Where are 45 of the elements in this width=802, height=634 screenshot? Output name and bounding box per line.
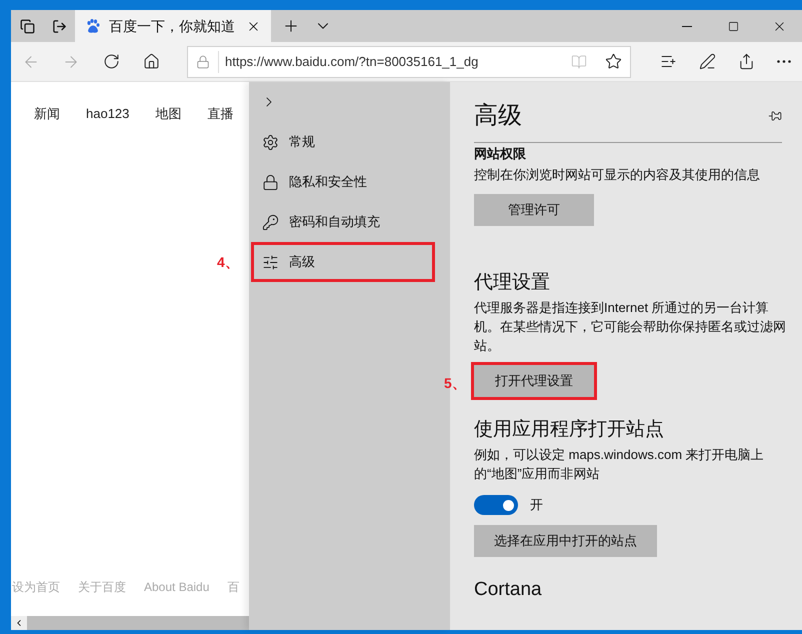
key-icon [262, 214, 279, 230]
lock-icon [262, 174, 279, 190]
section-title: 使用应用程序打开站点 [474, 418, 664, 442]
sidebar-item[interactable]: 常规 [249, 122, 450, 162]
settings-button[interactable]: 打开代理设置 [474, 365, 594, 397]
star-icon[interactable] [605, 53, 622, 70]
annotation-label: 5、 [444, 374, 466, 393]
star-list-icon [660, 53, 677, 70]
gear-icon [262, 134, 279, 150]
refresh-icon [102, 53, 120, 70]
tabs-icon [20, 18, 34, 34]
nav-link[interactable]: 新闻 [34, 104, 60, 124]
pin-icon[interactable] [768, 109, 782, 123]
lock-icon [196, 54, 210, 68]
subsection-title: 网站权限 [474, 145, 526, 163]
nav-link[interactable]: hao123 [86, 104, 130, 124]
section-description: 代理服务器是指连接到Internet 所通过的另一台计算机。在某些情况下，它可能会帮助你保持匿名或过滤网站。 [474, 299, 786, 355]
pen-icon [699, 53, 716, 70]
maximize-icon [728, 20, 738, 32]
tab-title: 百度一下，你就知道 [109, 16, 236, 36]
section-title: 代理设置 [474, 271, 550, 295]
sliders-icon [262, 254, 279, 270]
home-icon [142, 53, 160, 70]
settings-button[interactable]: 管理许可 [474, 194, 594, 226]
toggle-switch[interactable] [474, 495, 518, 515]
sidebar-item[interactable]: 密码和自动填充 [249, 202, 450, 242]
browser-tab[interactable]: 百度一下，你就知道 [75, 10, 271, 42]
section-title: Cortana [474, 578, 542, 602]
panel-title: 高级 [474, 101, 522, 131]
nav-link[interactable]: 直播 [207, 104, 234, 124]
paw-logo-icon [85, 18, 101, 34]
toggle-label: 开 [530, 496, 543, 514]
horizontal-scrollbar[interactable] [11, 616, 249, 630]
more-icon [777, 60, 791, 63]
address-field[interactable]: https://www.baidu.com/?tn=80035161_1_dg [187, 46, 631, 78]
annotation-label: 4、 [217, 253, 239, 272]
settings-button[interactable]: 选择在应用中打开的站点 [474, 525, 657, 557]
set-aside-icon [52, 18, 66, 34]
section-description: 例如，可以设定 maps.windows.com 来打开电脑上的“地图”应用而非网站 [474, 446, 765, 483]
sidebar-item[interactable]: 隐私和安全性 [249, 162, 450, 202]
url-text: https://www.baidu.com/?tn=80035161_1_dg [225, 52, 480, 71]
section-description: 控制在你浏览时网站可显示的内容及其使用的信息 [474, 166, 761, 184]
sidebar-item[interactable]: 高级 [251, 242, 435, 282]
share-icon [738, 53, 755, 70]
nav-link[interactable]: 地图 [155, 104, 182, 124]
